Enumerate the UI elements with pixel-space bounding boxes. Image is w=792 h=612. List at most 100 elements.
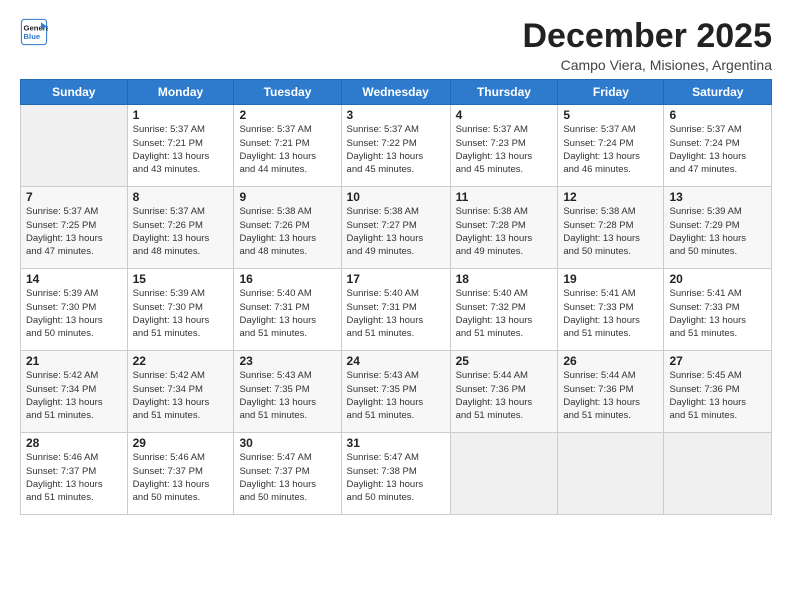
day-info: Sunrise: 5:42 AM Sunset: 7:34 PM Dayligh… bbox=[26, 369, 122, 422]
days-header-row: SundayMondayTuesdayWednesdayThursdayFrid… bbox=[21, 80, 772, 105]
subtitle: Campo Viera, Misiones, Argentina bbox=[522, 57, 772, 73]
day-info: Sunrise: 5:47 AM Sunset: 7:37 PM Dayligh… bbox=[239, 451, 335, 504]
day-number: 27 bbox=[669, 354, 766, 368]
day-info: Sunrise: 5:39 AM Sunset: 7:29 PM Dayligh… bbox=[669, 205, 766, 258]
day-info: Sunrise: 5:40 AM Sunset: 7:31 PM Dayligh… bbox=[239, 287, 335, 340]
day-info: Sunrise: 5:43 AM Sunset: 7:35 PM Dayligh… bbox=[239, 369, 335, 422]
day-cell: 23Sunrise: 5:43 AM Sunset: 7:35 PM Dayli… bbox=[234, 351, 341, 433]
day-cell bbox=[21, 105, 128, 187]
day-info: Sunrise: 5:47 AM Sunset: 7:38 PM Dayligh… bbox=[347, 451, 445, 504]
day-info: Sunrise: 5:42 AM Sunset: 7:34 PM Dayligh… bbox=[133, 369, 229, 422]
day-info: Sunrise: 5:37 AM Sunset: 7:22 PM Dayligh… bbox=[347, 123, 445, 176]
day-cell: 8Sunrise: 5:37 AM Sunset: 7:26 PM Daylig… bbox=[127, 187, 234, 269]
day-cell: 22Sunrise: 5:42 AM Sunset: 7:34 PM Dayli… bbox=[127, 351, 234, 433]
day-info: Sunrise: 5:38 AM Sunset: 7:28 PM Dayligh… bbox=[456, 205, 553, 258]
day-number: 23 bbox=[239, 354, 335, 368]
day-cell: 12Sunrise: 5:38 AM Sunset: 7:28 PM Dayli… bbox=[558, 187, 664, 269]
week-row-1: 1Sunrise: 5:37 AM Sunset: 7:21 PM Daylig… bbox=[21, 105, 772, 187]
day-header-sunday: Sunday bbox=[21, 80, 128, 105]
day-info: Sunrise: 5:46 AM Sunset: 7:37 PM Dayligh… bbox=[26, 451, 122, 504]
day-info: Sunrise: 5:44 AM Sunset: 7:36 PM Dayligh… bbox=[563, 369, 658, 422]
day-number: 14 bbox=[26, 272, 122, 286]
week-row-3: 14Sunrise: 5:39 AM Sunset: 7:30 PM Dayli… bbox=[21, 269, 772, 351]
day-cell: 2Sunrise: 5:37 AM Sunset: 7:21 PM Daylig… bbox=[234, 105, 341, 187]
day-cell: 5Sunrise: 5:37 AM Sunset: 7:24 PM Daylig… bbox=[558, 105, 664, 187]
day-info: Sunrise: 5:40 AM Sunset: 7:32 PM Dayligh… bbox=[456, 287, 553, 340]
day-info: Sunrise: 5:38 AM Sunset: 7:28 PM Dayligh… bbox=[563, 205, 658, 258]
day-number: 3 bbox=[347, 108, 445, 122]
day-number: 6 bbox=[669, 108, 766, 122]
day-cell bbox=[664, 433, 772, 515]
day-number: 26 bbox=[563, 354, 658, 368]
day-info: Sunrise: 5:41 AM Sunset: 7:33 PM Dayligh… bbox=[563, 287, 658, 340]
day-header-friday: Friday bbox=[558, 80, 664, 105]
day-number: 28 bbox=[26, 436, 122, 450]
title-block: December 2025 Campo Viera, Misiones, Arg… bbox=[522, 18, 772, 73]
day-cell: 28Sunrise: 5:46 AM Sunset: 7:37 PM Dayli… bbox=[21, 433, 128, 515]
day-number: 7 bbox=[26, 190, 122, 204]
day-info: Sunrise: 5:38 AM Sunset: 7:27 PM Dayligh… bbox=[347, 205, 445, 258]
day-info: Sunrise: 5:45 AM Sunset: 7:36 PM Dayligh… bbox=[669, 369, 766, 422]
day-cell: 11Sunrise: 5:38 AM Sunset: 7:28 PM Dayli… bbox=[450, 187, 558, 269]
day-cell: 10Sunrise: 5:38 AM Sunset: 7:27 PM Dayli… bbox=[341, 187, 450, 269]
day-header-wednesday: Wednesday bbox=[341, 80, 450, 105]
day-cell: 31Sunrise: 5:47 AM Sunset: 7:38 PM Dayli… bbox=[341, 433, 450, 515]
day-number: 9 bbox=[239, 190, 335, 204]
day-header-saturday: Saturday bbox=[664, 80, 772, 105]
page: General Blue December 2025 Campo Viera, … bbox=[0, 0, 792, 612]
day-info: Sunrise: 5:37 AM Sunset: 7:21 PM Dayligh… bbox=[239, 123, 335, 176]
day-info: Sunrise: 5:37 AM Sunset: 7:24 PM Dayligh… bbox=[563, 123, 658, 176]
day-number: 15 bbox=[133, 272, 229, 286]
day-cell: 29Sunrise: 5:46 AM Sunset: 7:37 PM Dayli… bbox=[127, 433, 234, 515]
logo: General Blue bbox=[20, 18, 48, 46]
day-number: 18 bbox=[456, 272, 553, 286]
day-cell: 27Sunrise: 5:45 AM Sunset: 7:36 PM Dayli… bbox=[664, 351, 772, 433]
day-info: Sunrise: 5:37 AM Sunset: 7:21 PM Dayligh… bbox=[133, 123, 229, 176]
day-info: Sunrise: 5:44 AM Sunset: 7:36 PM Dayligh… bbox=[456, 369, 553, 422]
logo-icon: General Blue bbox=[20, 18, 48, 46]
day-cell: 19Sunrise: 5:41 AM Sunset: 7:33 PM Dayli… bbox=[558, 269, 664, 351]
day-cell: 15Sunrise: 5:39 AM Sunset: 7:30 PM Dayli… bbox=[127, 269, 234, 351]
day-info: Sunrise: 5:37 AM Sunset: 7:25 PM Dayligh… bbox=[26, 205, 122, 258]
day-cell: 3Sunrise: 5:37 AM Sunset: 7:22 PM Daylig… bbox=[341, 105, 450, 187]
day-cell: 7Sunrise: 5:37 AM Sunset: 7:25 PM Daylig… bbox=[21, 187, 128, 269]
day-number: 1 bbox=[133, 108, 229, 122]
day-cell: 16Sunrise: 5:40 AM Sunset: 7:31 PM Dayli… bbox=[234, 269, 341, 351]
header: General Blue December 2025 Campo Viera, … bbox=[20, 18, 772, 73]
day-cell: 9Sunrise: 5:38 AM Sunset: 7:26 PM Daylig… bbox=[234, 187, 341, 269]
day-number: 11 bbox=[456, 190, 553, 204]
day-cell: 24Sunrise: 5:43 AM Sunset: 7:35 PM Dayli… bbox=[341, 351, 450, 433]
svg-text:Blue: Blue bbox=[24, 32, 41, 41]
day-info: Sunrise: 5:39 AM Sunset: 7:30 PM Dayligh… bbox=[26, 287, 122, 340]
day-info: Sunrise: 5:40 AM Sunset: 7:31 PM Dayligh… bbox=[347, 287, 445, 340]
day-cell: 21Sunrise: 5:42 AM Sunset: 7:34 PM Dayli… bbox=[21, 351, 128, 433]
day-number: 5 bbox=[563, 108, 658, 122]
day-header-thursday: Thursday bbox=[450, 80, 558, 105]
day-cell: 30Sunrise: 5:47 AM Sunset: 7:37 PM Dayli… bbox=[234, 433, 341, 515]
day-number: 8 bbox=[133, 190, 229, 204]
day-cell: 25Sunrise: 5:44 AM Sunset: 7:36 PM Dayli… bbox=[450, 351, 558, 433]
day-cell: 1Sunrise: 5:37 AM Sunset: 7:21 PM Daylig… bbox=[127, 105, 234, 187]
day-number: 31 bbox=[347, 436, 445, 450]
day-number: 22 bbox=[133, 354, 229, 368]
day-number: 12 bbox=[563, 190, 658, 204]
day-cell bbox=[450, 433, 558, 515]
week-row-5: 28Sunrise: 5:46 AM Sunset: 7:37 PM Dayli… bbox=[21, 433, 772, 515]
day-cell: 17Sunrise: 5:40 AM Sunset: 7:31 PM Dayli… bbox=[341, 269, 450, 351]
week-row-4: 21Sunrise: 5:42 AM Sunset: 7:34 PM Dayli… bbox=[21, 351, 772, 433]
week-row-2: 7Sunrise: 5:37 AM Sunset: 7:25 PM Daylig… bbox=[21, 187, 772, 269]
day-info: Sunrise: 5:41 AM Sunset: 7:33 PM Dayligh… bbox=[669, 287, 766, 340]
calendar-table: SundayMondayTuesdayWednesdayThursdayFrid… bbox=[20, 79, 772, 515]
day-number: 10 bbox=[347, 190, 445, 204]
day-cell: 18Sunrise: 5:40 AM Sunset: 7:32 PM Dayli… bbox=[450, 269, 558, 351]
day-header-monday: Monday bbox=[127, 80, 234, 105]
day-info: Sunrise: 5:43 AM Sunset: 7:35 PM Dayligh… bbox=[347, 369, 445, 422]
day-header-tuesday: Tuesday bbox=[234, 80, 341, 105]
day-number: 13 bbox=[669, 190, 766, 204]
day-info: Sunrise: 5:37 AM Sunset: 7:26 PM Dayligh… bbox=[133, 205, 229, 258]
day-number: 16 bbox=[239, 272, 335, 286]
day-info: Sunrise: 5:37 AM Sunset: 7:23 PM Dayligh… bbox=[456, 123, 553, 176]
day-number: 25 bbox=[456, 354, 553, 368]
day-info: Sunrise: 5:46 AM Sunset: 7:37 PM Dayligh… bbox=[133, 451, 229, 504]
day-cell: 26Sunrise: 5:44 AM Sunset: 7:36 PM Dayli… bbox=[558, 351, 664, 433]
